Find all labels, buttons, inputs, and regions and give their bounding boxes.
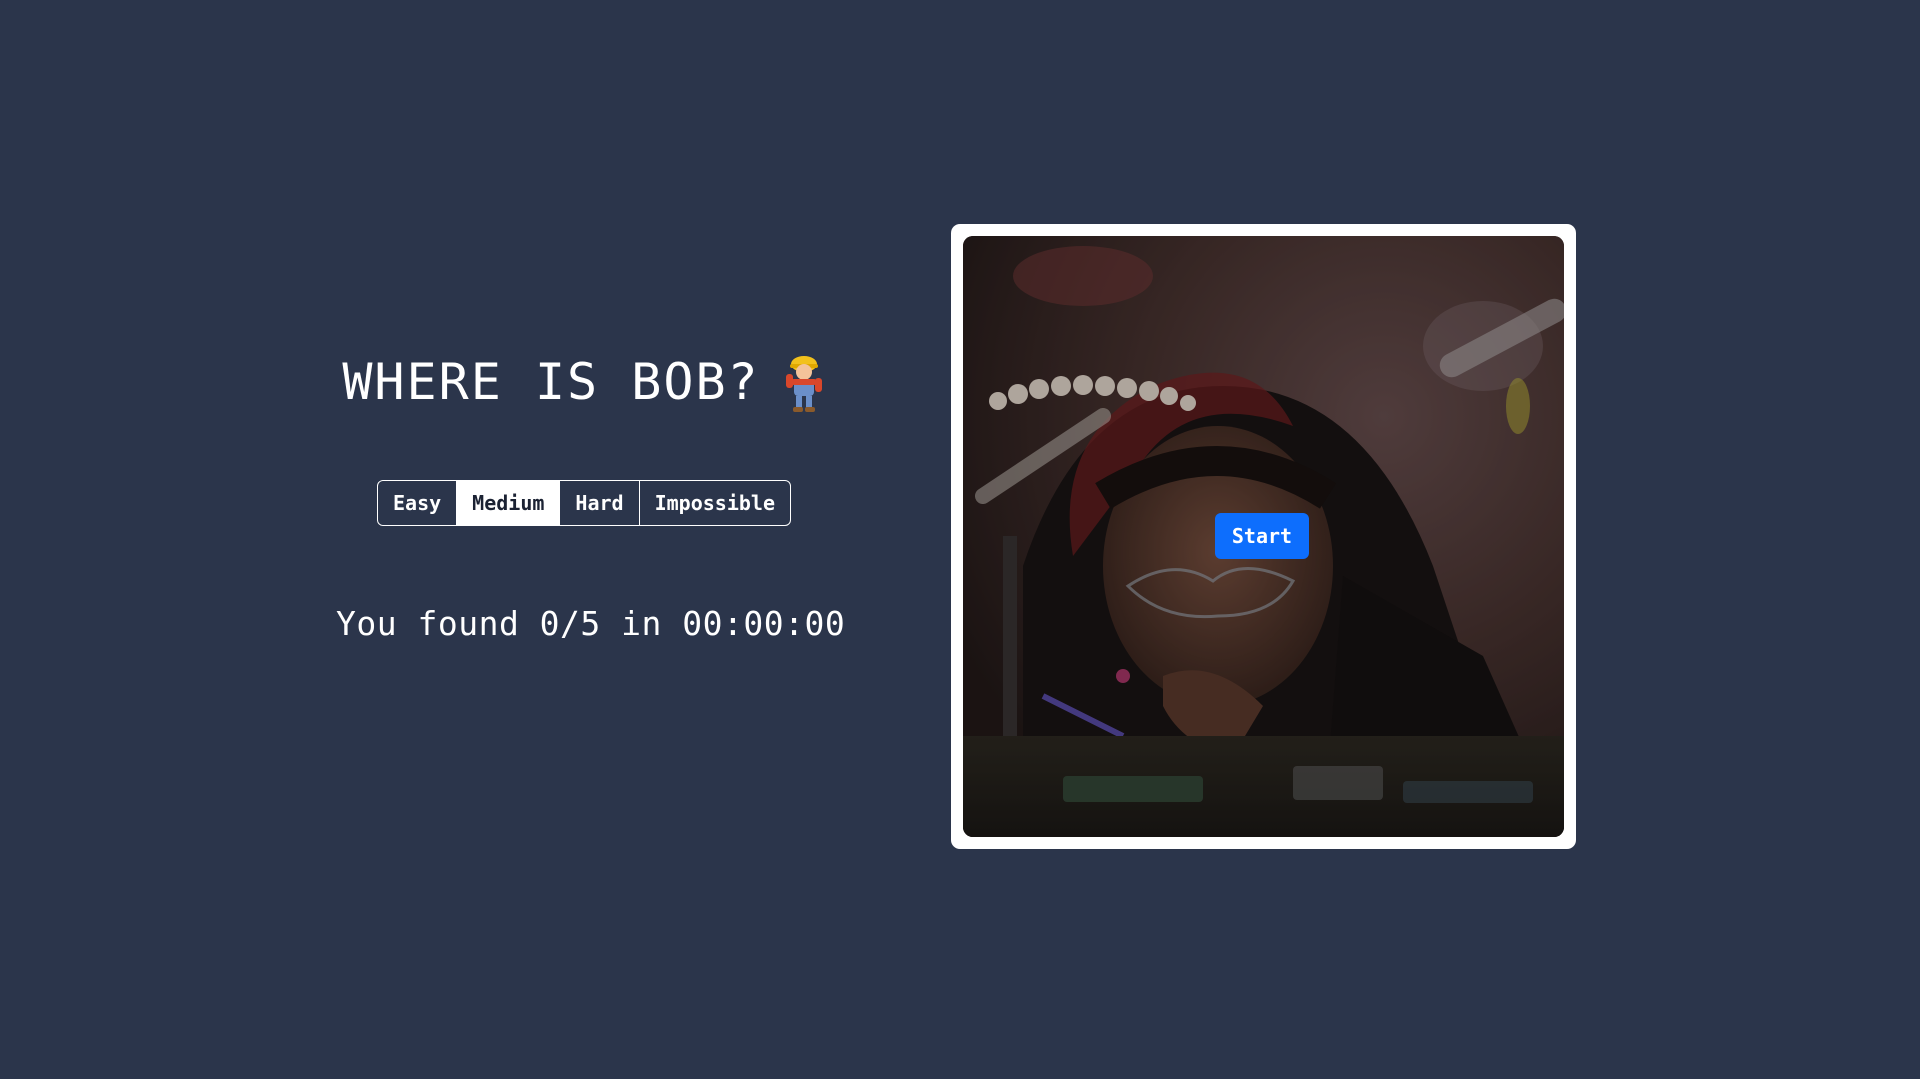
difficulty-medium-button[interactable]: Medium: [457, 481, 561, 525]
difficulty-impossible-button[interactable]: Impossible: [640, 481, 790, 525]
left-panel: WHERE IS BOB? Easy Medium Hard Impossibl…: [336, 350, 846, 643]
found-status: You found 0/5 in 00:00:00: [336, 604, 846, 643]
difficulty-hard-button[interactable]: Hard: [560, 481, 640, 525]
bob-the-builder-icon: [785, 356, 822, 412]
difficulty-selector: Easy Medium Hard Impossible: [376, 480, 791, 526]
title-text: WHERE IS BOB?: [342, 353, 760, 411]
game-board-frame: Start: [951, 224, 1576, 849]
page-title: WHERE IS BOB?: [342, 350, 825, 414]
start-button[interactable]: Start: [1215, 513, 1309, 559]
difficulty-easy-button[interactable]: Easy: [378, 481, 458, 525]
game-board[interactable]: Start: [963, 236, 1564, 837]
